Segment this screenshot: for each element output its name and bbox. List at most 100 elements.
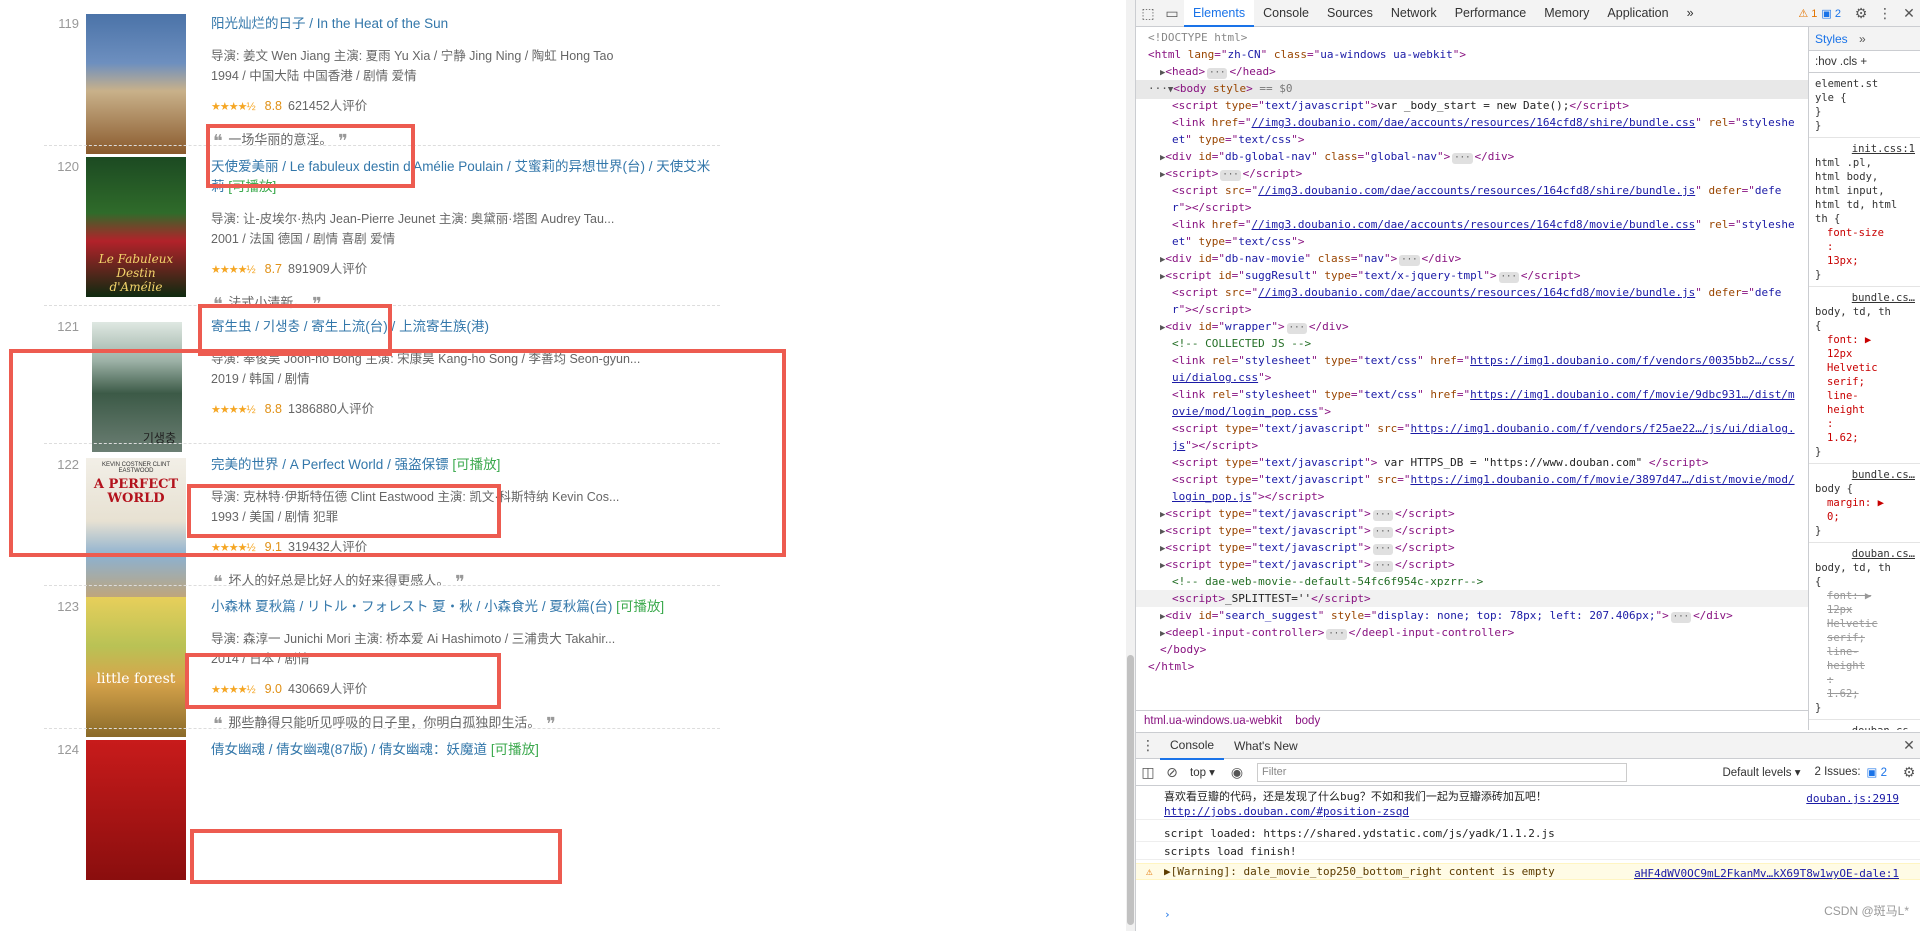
movie-title-link[interactable]: 小森林 夏秋篇 <box>211 599 296 614</box>
tab-elements[interactable]: Elements <box>1184 0 1255 27</box>
sidebar-toggle-icon[interactable]: ◫ <box>1136 759 1160 786</box>
movie-title-link[interactable]: 倩女幽魂(87版) <box>276 742 368 757</box>
kebab-menu-icon[interactable]: ⋮ <box>1873 0 1897 27</box>
close-drawer-icon[interactable]: ✕ <box>1897 732 1920 759</box>
playable-badge[interactable]: [可播放] <box>491 742 539 757</box>
tab-console[interactable]: Console <box>1254 0 1318 27</box>
style-property[interactable]: 13px; <box>1815 254 1915 268</box>
context-selector[interactable]: top ▾ <box>1190 765 1215 779</box>
clear-console-icon[interactable]: ⊘ <box>1160 759 1184 786</box>
dom-node-line[interactable]: <!DOCTYPE html> <box>1136 29 1808 46</box>
style-property[interactable]: height <box>1815 403 1915 417</box>
style-property[interactable]: 1.62; <box>1815 431 1915 445</box>
dom-node-line[interactable]: </html> <box>1136 658 1808 675</box>
style-source-link[interactable]: douban.cs… <box>1815 547 1915 561</box>
movie-title-link[interactable]: A Perfect World <box>290 457 384 472</box>
issues-count[interactable]: ▣ 2 <box>1867 765 1887 779</box>
style-property[interactable]: serif; <box>1815 631 1915 645</box>
style-property[interactable]: height <box>1815 659 1915 673</box>
movie-poster[interactable]: little forest <box>86 597 186 737</box>
style-property[interactable]: 12px <box>1815 603 1915 617</box>
style-property[interactable]: : <box>1815 417 1915 431</box>
style-source-link[interactable]: init.css:1 <box>1815 142 1915 156</box>
console-filter-input[interactable]: Filter <box>1256 762 1627 782</box>
movie-title-link[interactable]: 寄生虫 <box>211 319 252 334</box>
style-property[interactable]: 1.62; <box>1815 687 1915 701</box>
style-property[interactable]: : <box>1815 673 1915 687</box>
style-property[interactable]: font: ▶ <box>1815 333 1915 347</box>
styles-tab[interactable]: Styles <box>1815 32 1848 46</box>
movie-poster[interactable]: Le Fabuleux Destin d'Amélie <box>86 157 186 297</box>
tab-console[interactable]: Console <box>1160 732 1225 760</box>
movie-title-link[interactable]: 强盗保镖 <box>395 457 449 472</box>
style-property[interactable]: 0; <box>1815 510 1915 524</box>
playable-badge[interactable]: [可播放] <box>452 457 500 472</box>
styles-filter-bar[interactable]: :hov .cls + <box>1809 51 1920 73</box>
dom-node-line[interactable]: ovie/mod/login_pop.css"> <box>1136 403 1808 420</box>
style-property[interactable]: margin: ▶ <box>1815 496 1915 510</box>
dom-node-line[interactable]: <script type="text/javascript"> var HTTP… <box>1136 454 1808 471</box>
playable-badge[interactable]: [可播放] <box>616 599 664 614</box>
more-tabs-button[interactable]: » <box>1678 0 1703 27</box>
style-property[interactable]: 12px <box>1815 347 1915 361</box>
settings-gear-icon[interactable]: ⚙ <box>1849 0 1873 27</box>
console-source-link[interactable]: aHF4dWV0OC9mL2FkanMv…kX69T8w1wyOE-dale:1 <box>1634 866 1899 881</box>
style-property[interactable]: Helvetic <box>1815 617 1915 631</box>
breadcrumb-body[interactable]: body <box>1295 715 1320 727</box>
movie-title-link[interactable]: Le fabuleux destin d'Amélie Poulain <box>290 159 503 174</box>
dom-node-line[interactable]: et" type="text/css"> <box>1136 233 1808 250</box>
dom-node-line[interactable]: login_pop.js"></script> <box>1136 488 1808 505</box>
tab-network[interactable]: Network <box>1382 0 1446 27</box>
movie-title-link[interactable]: 기생충 <box>263 319 300 334</box>
console-source-link[interactable]: douban.js:2919 <box>1806 791 1899 806</box>
tab-performance[interactable]: Performance <box>1446 0 1536 27</box>
console-message-link[interactable]: http://jobs.douban.com/#position-zsqd <box>1164 804 1920 819</box>
movie-poster[interactable]: KEVIN COSTNER CLINT EASTWOOD A PERFECT WO… <box>86 458 186 598</box>
dom-node-line[interactable]: <!-- dae-web-movie--default-54fc6f954c-x… <box>1136 573 1808 590</box>
console-settings-icon[interactable]: ⚙ <box>1897 759 1920 786</box>
movie-title-link[interactable]: 上流寄生族(港) <box>399 319 489 334</box>
style-property[interactable]: line- <box>1815 389 1915 403</box>
live-expression-eye-icon[interactable]: ◉ <box>1225 759 1249 786</box>
close-devtools-icon[interactable]: ✕ <box>1897 0 1920 27</box>
style-property[interactable]: serif; <box>1815 375 1915 389</box>
movie-title-link[interactable]: 艾蜜莉的异想世界(台) <box>515 159 646 174</box>
dom-node-line[interactable]: <script type="text/javascript">var _body… <box>1136 97 1808 114</box>
tab-application[interactable]: Application <box>1598 0 1677 27</box>
movie-poster[interactable] <box>86 14 186 154</box>
movie-title-link[interactable]: 倩女幽魂 <box>211 742 265 757</box>
styles-more-tabs[interactable]: » <box>1859 32 1866 46</box>
dom-node-line[interactable]: et" type="text/css"> <box>1136 131 1808 148</box>
dom-node-line[interactable]: <link rel="stylesheet" type="text/css" h… <box>1136 386 1808 403</box>
dom-node-line[interactable]: <link rel="stylesheet" type="text/css" h… <box>1136 352 1808 369</box>
movie-title-link[interactable]: 小森食光 <box>484 599 538 614</box>
breadcrumb-html[interactable]: html.ua-windows.ua-webkit <box>1144 715 1282 727</box>
style-property[interactable]: font: ▶ <box>1815 589 1915 603</box>
dom-node-line[interactable]: <link href="//img3.doubanio.com/dae/acco… <box>1136 216 1808 233</box>
style-source-link[interactable]: douban.cs… <box>1815 724 1915 730</box>
dom-node-line[interactable]: <html lang="zh-CN" class="ua-windows ua-… <box>1136 46 1808 63</box>
movie-title-link[interactable]: リトル・フォレスト 夏・秋 <box>307 599 473 614</box>
movie-poster[interactable] <box>86 740 186 880</box>
dom-node-line[interactable]: <!-- COLLECTED JS --> <box>1136 335 1808 352</box>
movie-title-link[interactable]: 倩女幽魂：妖魔道 <box>379 742 487 757</box>
dom-node-line[interactable]: <link href="//img3.doubanio.com/dae/acco… <box>1136 114 1808 131</box>
device-toolbar-icon[interactable]: ▭ <box>1160 0 1184 27</box>
info-count-badge[interactable]: ▣ 2 <box>1821 7 1841 20</box>
playable-badge[interactable]: [可播放] <box>228 179 276 194</box>
dom-node-line[interactable]: <script src="//img3.doubanio.com/dae/acc… <box>1136 284 1808 301</box>
dom-node-line[interactable]: </body> <box>1136 641 1808 658</box>
log-levels-dropdown[interactable]: Default levels ▾ <box>1722 765 1800 779</box>
dom-node-line[interactable]: <script src="//img3.doubanio.com/dae/acc… <box>1136 182 1808 199</box>
style-source-link[interactable]: bundle.cs… <box>1815 468 1915 482</box>
dom-node-line[interactable]: <script>_SPLITTEST=''</script> <box>1136 590 1808 607</box>
inspect-element-icon[interactable]: ⬚ <box>1136 0 1160 27</box>
movie-title-link[interactable]: In the Heat of the Sun <box>317 16 448 31</box>
style-source-link[interactable]: bundle.cs… <box>1815 291 1915 305</box>
elements-dom-tree[interactable]: <!DOCTYPE html> <html lang="zh-CN" class=… <box>1136 27 1808 707</box>
style-property[interactable]: Helvetic <box>1815 361 1915 375</box>
console-prompt[interactable]: › <box>1136 907 1920 922</box>
dom-node-line[interactable]: r"></script> <box>1136 301 1808 318</box>
movie-title-link[interactable]: 阳光灿烂的日子 <box>211 16 306 31</box>
style-property[interactable]: : <box>1815 240 1915 254</box>
